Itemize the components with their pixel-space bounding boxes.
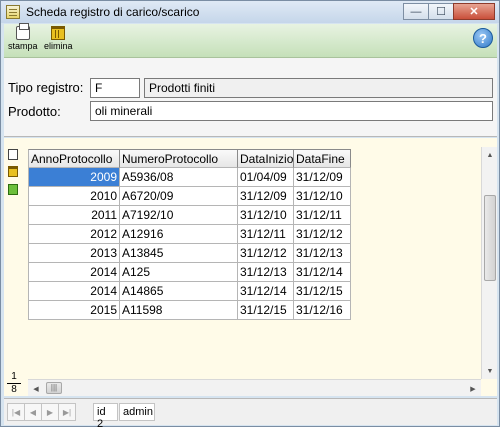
column-header[interactable]: AnnoProtocollo bbox=[28, 149, 120, 168]
main-window: Scheda registro di carico/scarico — ☐ ✕ … bbox=[0, 0, 500, 427]
anno-cell[interactable]: 2010 bbox=[28, 187, 120, 206]
table-row[interactable]: 2009 A5936/08 01/04/09 31/12/09 bbox=[28, 168, 351, 187]
table-row[interactable]: 2014 A14865 31/12/14 31/12/15 bbox=[28, 282, 351, 301]
delete-label: elimina bbox=[44, 41, 73, 51]
header-form: Tipo registro: F Prodotti finiti Prodott… bbox=[4, 58, 497, 137]
printer-icon bbox=[15, 23, 30, 40]
record-id-field: id 2 bbox=[93, 403, 118, 427]
first-record-button[interactable]: |◀ bbox=[7, 403, 25, 421]
scroll-right-arrow-icon[interactable]: ▶ bbox=[465, 380, 481, 397]
prev-record-button[interactable]: ◀ bbox=[24, 403, 42, 421]
data-fine-cell[interactable]: 31/12/10 bbox=[294, 187, 351, 206]
data-inizio-cell[interactable]: 01/04/09 bbox=[238, 168, 294, 187]
data-fine-cell[interactable]: 31/12/09 bbox=[294, 168, 351, 187]
anno-cell[interactable]: 2013 bbox=[28, 244, 120, 263]
table-row[interactable]: 2010 A6720/09 31/12/09 31/12/10 bbox=[28, 187, 351, 206]
data-inizio-cell[interactable]: 31/12/15 bbox=[238, 301, 294, 320]
numero-cell[interactable]: A7192/10 bbox=[120, 206, 238, 225]
window-title: Scheda registro di carico/scarico bbox=[26, 5, 200, 19]
window-controls: — ☐ ✕ bbox=[403, 3, 495, 20]
scroll-left-arrow-icon[interactable]: ◀ bbox=[28, 380, 44, 397]
anno-cell[interactable]: 2009 bbox=[28, 168, 120, 187]
protocol-table: AnnoProtocollo NumeroProtocollo DataIniz… bbox=[28, 149, 351, 320]
trash-icon bbox=[51, 26, 66, 40]
scroll-grip: ||| bbox=[50, 383, 58, 392]
prodotto-field[interactable]: oli minerali bbox=[90, 101, 493, 121]
horizontal-scrollbar[interactable]: ◀ ||| ▶ bbox=[28, 379, 481, 396]
maximize-button[interactable]: ☐ bbox=[428, 3, 454, 20]
refresh-icon[interactable] bbox=[8, 184, 18, 195]
column-header[interactable]: NumeroProtocollo bbox=[120, 149, 238, 168]
data-inizio-cell[interactable]: 31/12/09 bbox=[238, 187, 294, 206]
tipo-registro-label: Tipo registro: bbox=[8, 80, 84, 95]
table-row[interactable]: 2015 A11598 31/12/15 31/12/16 bbox=[28, 301, 351, 320]
data-inizio-cell[interactable]: 31/12/13 bbox=[238, 263, 294, 282]
numero-cell[interactable]: A12916 bbox=[120, 225, 238, 244]
toolbar: stampa elimina ? bbox=[4, 23, 497, 58]
data-inizio-cell[interactable]: 31/12/12 bbox=[238, 244, 294, 263]
scroll-down-arrow-icon[interactable]: ▼ bbox=[482, 363, 498, 379]
new-record-icon[interactable] bbox=[8, 149, 18, 160]
numero-cell[interactable]: A125 bbox=[120, 263, 238, 282]
delete-button[interactable]: elimina bbox=[44, 26, 73, 51]
table-row[interactable]: 2011 A7192/10 31/12/10 31/12/11 bbox=[28, 206, 351, 225]
table-row[interactable]: 2014 A125 31/12/13 31/12/14 bbox=[28, 263, 351, 282]
data-fine-cell[interactable]: 31/12/11 bbox=[294, 206, 351, 225]
anno-cell[interactable]: 2014 bbox=[28, 282, 120, 301]
data-fine-cell[interactable]: 31/12/15 bbox=[294, 282, 351, 301]
table-row[interactable]: 2012 A12916 31/12/11 31/12/12 bbox=[28, 225, 351, 244]
column-header[interactable]: DataInizio bbox=[238, 149, 294, 168]
print-button[interactable]: stampa bbox=[8, 23, 38, 51]
tipo-registro-desc-field: Prodotti finiti bbox=[144, 78, 493, 98]
anno-cell[interactable]: 2015 bbox=[28, 301, 120, 320]
data-inizio-cell[interactable]: 31/12/11 bbox=[238, 225, 294, 244]
numero-cell[interactable]: A6720/09 bbox=[120, 187, 238, 206]
vertical-scroll-thumb[interactable] bbox=[484, 195, 496, 281]
column-header[interactable]: DataFine bbox=[294, 149, 351, 168]
data-fine-cell[interactable]: 31/12/12 bbox=[294, 225, 351, 244]
scroll-up-arrow-icon[interactable]: ▲ bbox=[482, 147, 498, 163]
delete-record-icon[interactable] bbox=[8, 166, 18, 177]
table-header: AnnoProtocollo NumeroProtocollo DataIniz… bbox=[28, 149, 351, 168]
anno-cell[interactable]: 2014 bbox=[28, 263, 120, 282]
anno-cell[interactable]: 2011 bbox=[28, 206, 120, 225]
help-button[interactable]: ? bbox=[473, 28, 493, 48]
user-field: admin bbox=[119, 403, 155, 421]
data-inizio-cell[interactable]: 31/12/14 bbox=[238, 282, 294, 301]
data-fine-cell[interactable]: 31/12/16 bbox=[294, 301, 351, 320]
prodotto-label: Prodotto: bbox=[8, 104, 61, 119]
numero-cell[interactable]: A5936/08 bbox=[120, 168, 238, 187]
anno-cell[interactable]: 2012 bbox=[28, 225, 120, 244]
table-row[interactable]: 2013 A13845 31/12/12 31/12/13 bbox=[28, 244, 351, 263]
tipo-registro-code-field[interactable]: F bbox=[90, 78, 140, 98]
minimize-button[interactable]: — bbox=[403, 3, 429, 20]
close-button[interactable]: ✕ bbox=[453, 3, 495, 20]
page-current: 1 bbox=[11, 371, 17, 382]
numero-cell[interactable]: A11598 bbox=[120, 301, 238, 320]
data-inizio-cell[interactable]: 31/12/10 bbox=[238, 206, 294, 225]
data-fine-cell[interactable]: 31/12/14 bbox=[294, 263, 351, 282]
next-record-button[interactable]: ▶ bbox=[41, 403, 59, 421]
print-label: stampa bbox=[8, 41, 38, 51]
vertical-scrollbar[interactable]: ▲ ▼ bbox=[481, 147, 497, 379]
data-fine-cell[interactable]: 31/12/13 bbox=[294, 244, 351, 263]
record-pager: 1 8 bbox=[7, 372, 21, 395]
page-total: 8 bbox=[11, 384, 17, 395]
horizontal-scroll-thumb[interactable]: ||| bbox=[46, 382, 62, 394]
numero-cell[interactable]: A14865 bbox=[120, 282, 238, 301]
app-icon bbox=[6, 5, 20, 19]
grid-area: 1 8 AnnoProtocollo NumeroProtocollo Data… bbox=[4, 138, 497, 396]
record-navigator: |◀ ◀ ▶ ▶| bbox=[7, 403, 76, 421]
title-bar: Scheda registro di carico/scarico — ☐ ✕ bbox=[1, 1, 499, 23]
numero-cell[interactable]: A13845 bbox=[120, 244, 238, 263]
status-bar: |◀ ◀ ▶ ▶| id 2 admin bbox=[4, 398, 497, 427]
record-sidebar: 1 8 bbox=[4, 138, 24, 396]
last-record-button[interactable]: ▶| bbox=[58, 403, 76, 421]
